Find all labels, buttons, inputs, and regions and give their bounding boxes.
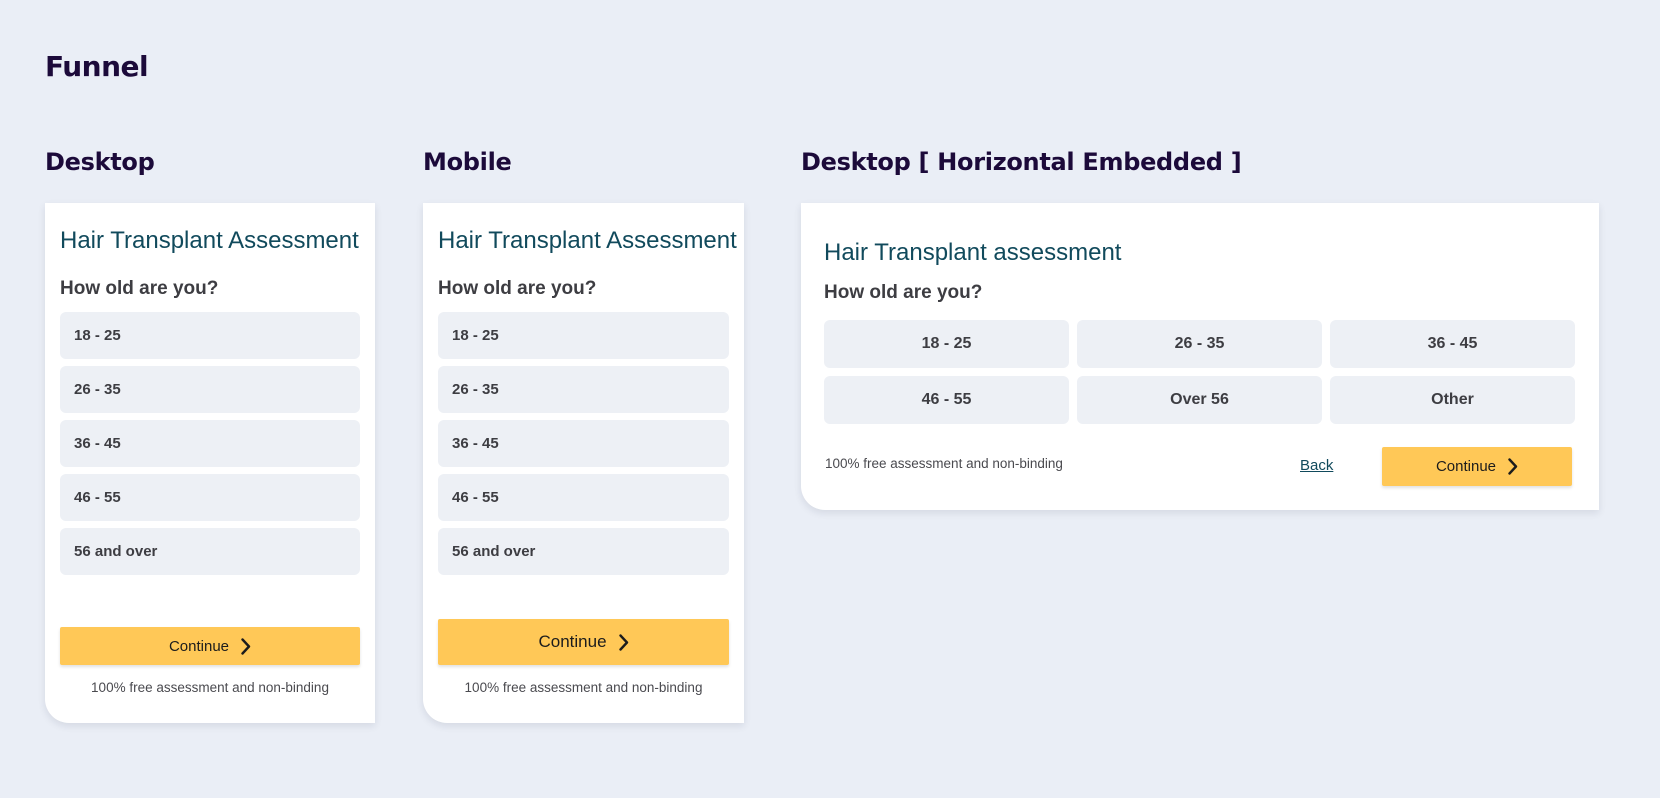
mobile-form-card: Hair Transplant Assessment How old are y… [423,203,744,723]
option-26-35[interactable]: 26 - 35 [60,366,360,413]
option-26-35[interactable]: 26 - 35 [1077,320,1322,368]
chevron-right-icon [241,637,251,655]
back-link[interactable]: Back [1300,457,1333,474]
question-label: How old are you? [438,278,597,299]
footnote: 100% free assessment and non-binding [464,680,703,695]
continue-label: Continue [1435,458,1497,475]
option-46-55[interactable]: 46 - 55 [824,376,1069,424]
option-46-55[interactable]: 46 - 55 [60,474,360,521]
continue-label: Continue [538,632,607,651]
option-other[interactable]: Other [1330,376,1575,424]
option-56-and-over[interactable]: 56 and over [60,528,360,575]
question-label: How old are you? [60,278,219,299]
option-26-35[interactable]: 26 - 35 [438,366,729,413]
page-title: Funnel [45,50,149,83]
question-label: How old are you? [824,282,983,303]
form-title: Hair Transplant Assessment [60,227,359,254]
option-18-25[interactable]: 18 - 25 [824,320,1069,368]
section-title-mobile: Mobile [423,148,512,176]
horizontal-form-card: Hair Transplant assessment How old are y… [801,203,1599,510]
continue-button[interactable]: Continue [438,619,729,665]
option-36-45[interactable]: 36 - 45 [438,420,729,467]
chevron-right-icon [618,633,629,651]
option-46-55[interactable]: 46 - 55 [438,474,729,521]
footnote: 100% free assessment and non-binding [91,680,329,695]
option-36-45[interactable]: 36 - 45 [60,420,360,467]
chevron-right-icon [1508,458,1518,475]
continue-label: Continue [168,637,230,655]
option-36-45[interactable]: 36 - 45 [1330,320,1575,368]
section-title-desktop: Desktop [45,148,155,176]
option-18-25[interactable]: 18 - 25 [60,312,360,359]
continue-button[interactable]: Continue [60,627,360,665]
continue-button[interactable]: Continue [1382,447,1572,486]
option-18-25[interactable]: 18 - 25 [438,312,729,359]
section-title-horizontal: Desktop [ Horizontal Embedded ] [801,148,1242,176]
option-over-56[interactable]: Over 56 [1077,376,1322,424]
option-56-and-over[interactable]: 56 and over [438,528,729,575]
form-title: Hair Transplant assessment [824,239,1122,266]
footnote: 100% free assessment and non-binding [825,456,1063,471]
form-title: Hair Transplant Assessment [438,227,737,254]
desktop-form-card: Hair Transplant Assessment How old are y… [45,203,375,723]
